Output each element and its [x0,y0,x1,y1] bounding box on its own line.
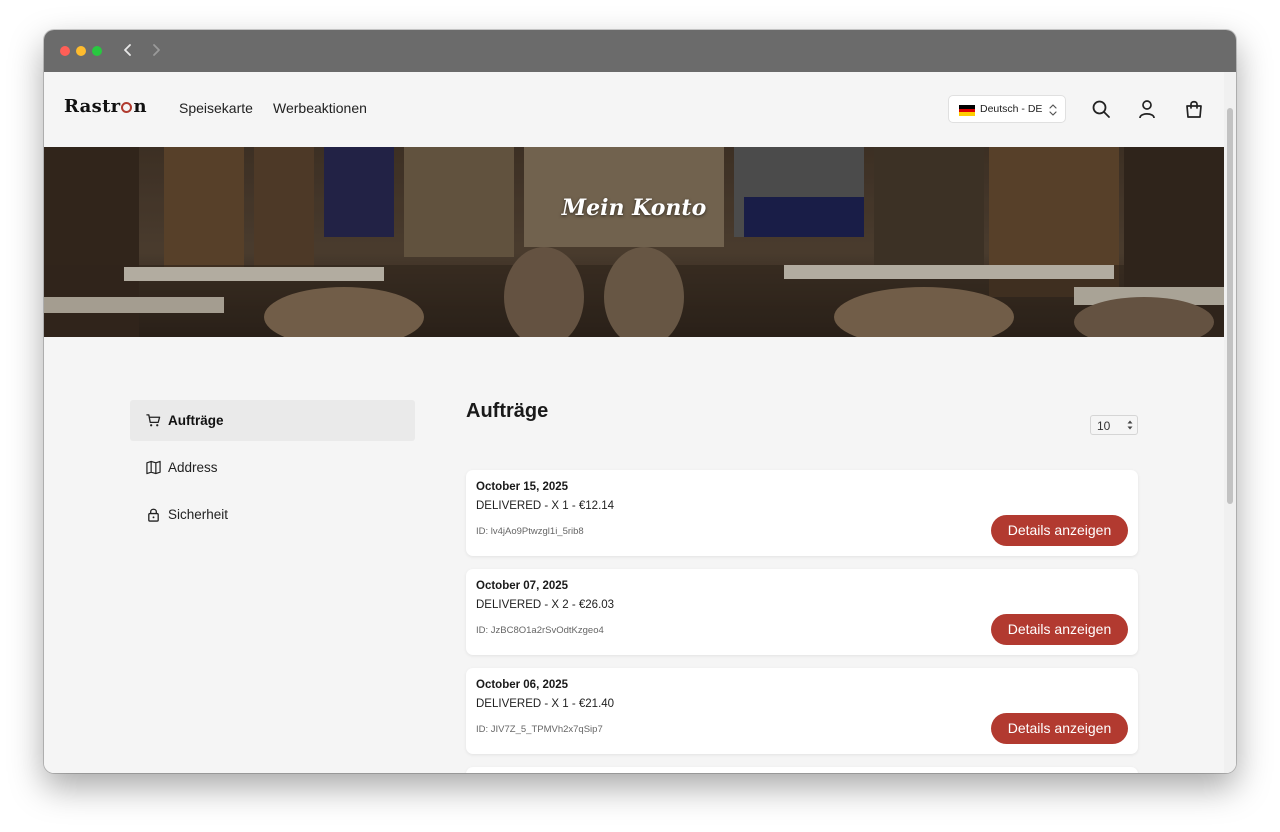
section-title: Aufträge [466,400,549,422]
shopping-bag-icon[interactable] [1184,99,1204,119]
nav-promotions-link[interactable]: Werbeaktionen [273,100,367,116]
browser-window: Rastr n Speisekarte Werbeaktionen Deutsch… [44,30,1236,773]
scrollbar[interactable] [1224,72,1236,773]
order-date: October 15, 2025 [476,481,569,493]
lock-icon [148,508,159,522]
select-chevrons-icon [1127,420,1133,430]
order-id: ID: JzBC8O1a2rSvOdtKzgeo4 [476,625,604,636]
map-icon [146,460,161,475]
sidebar-item-address[interactable]: Address [130,447,415,488]
sidebar-item-security[interactable]: Sicherheit [130,494,415,535]
maximize-dot[interactable] [92,46,102,56]
logo-text-start: Rastr [64,96,121,117]
sidebar-item-label: Aufträge [168,413,224,428]
site-logo[interactable]: Rastr n [64,96,147,117]
chevron-right-icon[interactable] [148,42,164,58]
order-date: October 06, 2025 [476,679,569,691]
order-summary: DELIVERED - X 1 - €21.40 [476,698,615,710]
page-viewport: Rastr n Speisekarte Werbeaktionen Deutsch… [44,72,1236,773]
orders-list: October 15, 2025 DELIVERED - X 1 - €12.1… [466,470,1138,773]
search-icon[interactable] [1091,99,1111,119]
page-title: Mein Konto [561,195,707,221]
sidebar-item-label: Address [168,460,218,475]
cart-icon [146,414,161,427]
account-sidebar: Aufträge Address Sicherheit [130,400,415,541]
site-header: Rastr n Speisekarte Werbeaktionen Deutsch… [44,72,1224,147]
chevron-left-icon[interactable] [120,42,136,58]
close-dot[interactable] [60,46,70,56]
per-page-select[interactable]: 10 [1090,415,1138,435]
order-card [466,767,1138,773]
minimize-dot[interactable] [76,46,86,56]
order-id: ID: lv4jAo9Ptwzgl1i_5rib8 [476,526,584,537]
logo-o-icon [121,102,133,113]
logo-text-end: n [133,96,147,117]
order-details-button[interactable]: Details anzeigen [991,515,1128,546]
hero-banner: Mein Konto [44,147,1224,337]
language-label: Deutsch - DE [980,103,1043,115]
germany-flag-icon [959,105,975,116]
account-icon[interactable] [1137,99,1157,119]
per-page-value: 10 [1097,419,1111,433]
order-summary: DELIVERED - X 2 - €26.03 [476,599,615,611]
order-card: October 06, 2025 DELIVERED - X 1 - €21.4… [466,668,1138,754]
order-id: ID: JIV7Z_5_TPMVh2x7qSip7 [476,724,603,735]
nav-menu-link[interactable]: Speisekarte [179,100,253,116]
order-date: October 07, 2025 [476,580,569,592]
order-card: October 07, 2025 DELIVERED - X 2 - €26.0… [466,569,1138,655]
scrollbar-thumb[interactable] [1227,108,1233,504]
order-details-button[interactable]: Details anzeigen [991,713,1128,744]
order-details-button[interactable]: Details anzeigen [991,614,1128,645]
restaurant-interior-image [44,147,1224,337]
sidebar-item-orders[interactable]: Aufträge [130,400,415,441]
order-summary: DELIVERED - X 1 - €12.14 [476,500,615,512]
select-chevrons-icon [1049,104,1057,116]
order-card: October 15, 2025 DELIVERED - X 1 - €12.1… [466,470,1138,556]
language-select[interactable]: Deutsch - DE [948,95,1066,123]
sidebar-item-label: Sicherheit [168,507,229,522]
browser-titlebar [44,30,1236,72]
